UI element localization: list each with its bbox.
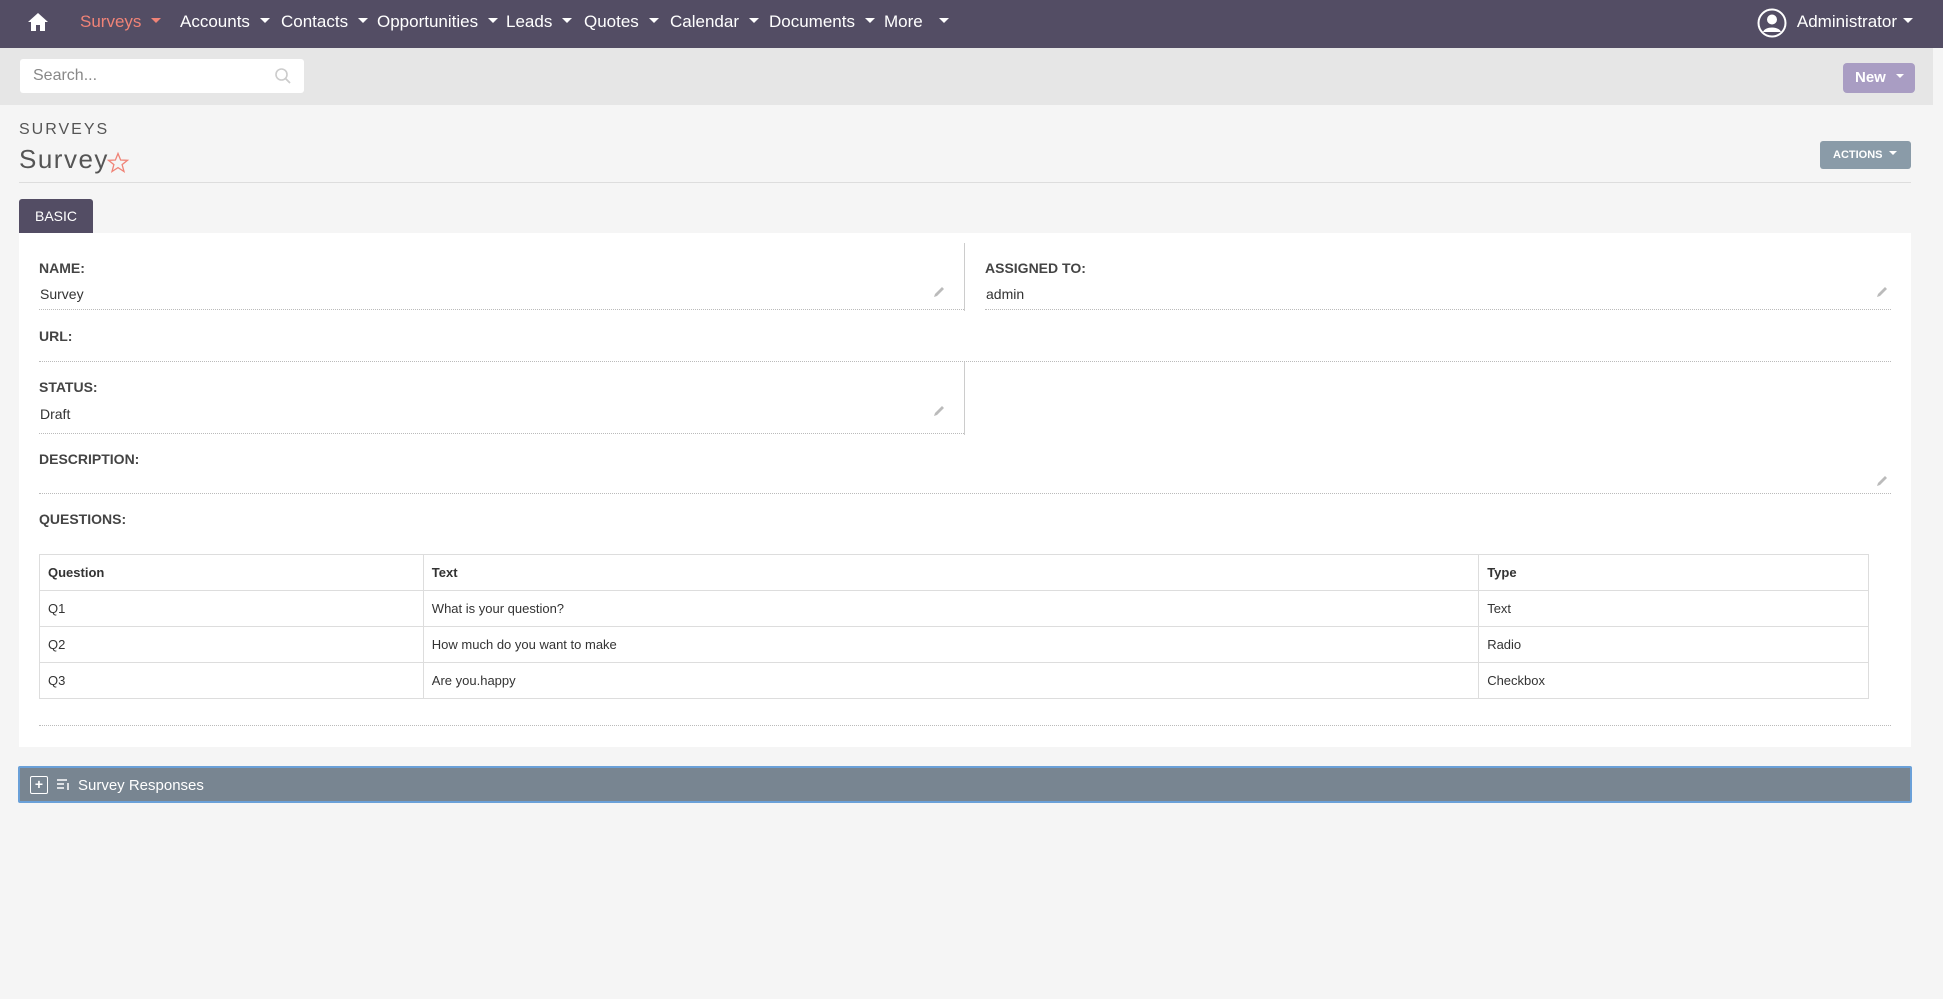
name-value: Survey (40, 286, 84, 302)
edit-pencil-icon[interactable] (932, 404, 946, 418)
questions-table: Question Text Type Q1 What is your quest… (39, 554, 1869, 699)
nav-item-quotes[interactable]: Quotes (584, 0, 659, 44)
nav-item-more[interactable]: More (884, 0, 949, 44)
questions-label: QUESTIONS: (39, 511, 127, 527)
chevron-down-icon (1888, 151, 1897, 156)
chevron-down-icon (358, 18, 369, 24)
column-divider (964, 243, 965, 311)
divider (39, 493, 1891, 494)
user-menu[interactable]: Administrator (1757, 6, 1913, 38)
user-avatar-icon (1757, 8, 1787, 38)
actions-button[interactable]: ACTIONS (1820, 141, 1911, 169)
table-row: Q3 Are you.happy Checkbox (39, 662, 1869, 699)
status-value: Draft (40, 406, 71, 422)
page-title: Survey (19, 144, 109, 174)
table-row: Q1 What is your question? Text (39, 590, 1869, 627)
question-cell: Q3 (39, 662, 424, 699)
expand-icon[interactable]: + (30, 776, 48, 794)
divider (19, 182, 1911, 183)
column-header-type: Type (1478, 554, 1869, 591)
column-divider (964, 362, 965, 435)
type-cell: Radio (1478, 626, 1869, 663)
chevron-down-icon (488, 18, 499, 24)
table-header-row: Question Text Type (39, 554, 1869, 591)
nav-item-leads[interactable]: Leads (506, 0, 573, 44)
type-cell: Text (1478, 590, 1869, 627)
new-button[interactable]: New (1843, 63, 1915, 93)
search-icon[interactable] (274, 67, 292, 85)
text-cell: How much do you want to make (422, 626, 1480, 663)
subpanel-title: Survey Responses (78, 777, 204, 794)
chevron-down-icon (864, 18, 875, 24)
assigned-to-value: admin (986, 286, 1025, 302)
nav-item-accounts[interactable]: Accounts (180, 0, 270, 44)
description-label: DESCRIPTION: (39, 451, 140, 467)
text-cell: Are you.happy (422, 662, 1480, 699)
status-label: STATUS: (39, 379, 98, 395)
column-header-question: Question (39, 554, 424, 591)
search-box (20, 59, 304, 93)
question-cell: Q2 (39, 626, 424, 663)
search-input[interactable] (20, 59, 260, 93)
chevron-down-icon (648, 18, 659, 24)
list-icon (57, 779, 69, 790)
url-label: URL: (39, 328, 73, 344)
chevron-down-icon (749, 18, 759, 24)
chevron-down-icon (1903, 18, 1913, 24)
edit-pencil-icon[interactable] (1875, 474, 1889, 488)
table-row: Q2 How much do you want to make Radio (39, 626, 1869, 663)
name-label: NAME: (39, 260, 85, 276)
divider (39, 725, 1891, 726)
user-name: Administrator (1796, 12, 1897, 31)
nav-item-surveys[interactable]: Surveys (80, 0, 162, 44)
top-navigation: Surveys Accounts Contacts Opportunities … (0, 0, 1943, 48)
type-cell: Checkbox (1478, 662, 1869, 699)
assigned-to-label: ASSIGNED TO: (985, 260, 1086, 276)
chevron-down-icon (259, 18, 270, 24)
nav-item-opportunities[interactable]: Opportunities (377, 0, 499, 44)
edit-pencil-icon[interactable] (1875, 285, 1889, 299)
column-header-text: Text (422, 554, 1480, 591)
nav-item-documents[interactable]: Documents (769, 0, 875, 44)
chevron-down-icon (562, 18, 573, 24)
nav-item-calendar[interactable]: Calendar (670, 0, 759, 44)
divider (985, 309, 1891, 310)
divider (39, 309, 964, 310)
edit-pencil-icon[interactable] (932, 285, 946, 299)
search-bar: New (0, 48, 1933, 105)
chevron-down-icon (151, 18, 162, 24)
detail-panel: NAME: Survey ASSIGNED TO: admin URL: STA… (19, 233, 1911, 747)
nav-item-contacts[interactable]: Contacts (281, 0, 369, 44)
favorite-star-icon[interactable] (106, 151, 130, 175)
question-cell: Q1 (39, 590, 424, 627)
chevron-down-icon (1895, 74, 1904, 79)
home-icon[interactable] (26, 10, 50, 34)
chevron-down-icon (938, 18, 949, 24)
module-label: SURVEYS (19, 121, 110, 138)
divider (39, 361, 1891, 362)
tab-basic[interactable]: BASIC (19, 199, 93, 233)
survey-responses-subpanel[interactable]: + Survey Responses (18, 766, 1912, 803)
divider (39, 433, 964, 434)
text-cell: What is your question? (422, 590, 1480, 627)
